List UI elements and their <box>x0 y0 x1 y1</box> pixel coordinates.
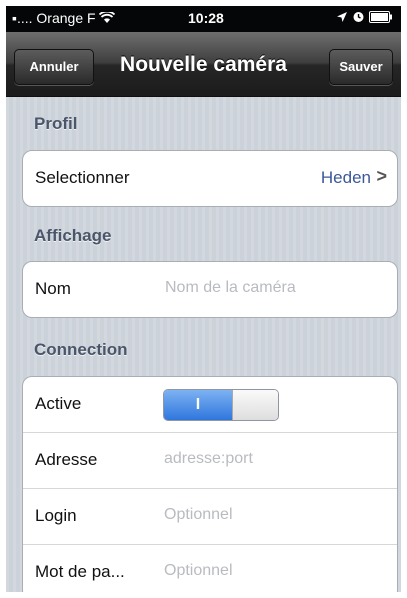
signal-strength-icon: ▪.... <box>12 10 33 26</box>
location-arrow-icon <box>337 12 348 22</box>
profile-select-row[interactable]: Selectionner Heden > <box>23 151 397 206</box>
cancel-button[interactable]: Annuler <box>14 49 94 85</box>
phone-screen: ▪.... Orange F 10:28 Annuler Nouvelle ca… <box>6 6 401 592</box>
name-label: Nom <box>35 279 71 298</box>
login-row: Login Optionnel <box>23 488 397 544</box>
active-row: Active I <box>23 377 397 432</box>
section-header-profil: Profil <box>34 114 78 133</box>
affichage-group: Nom Nom de la caméra <box>22 261 398 318</box>
battery-icon <box>369 11 392 23</box>
active-label: Active <box>35 394 82 413</box>
login-label: Login <box>35 506 77 525</box>
carrier-name: Orange F <box>36 10 96 26</box>
connection-group: Active I Adresse adresse:port Login Opti… <box>22 376 398 592</box>
password-label: Mot de pa... <box>35 562 125 581</box>
login-field[interactable]: Optionnel <box>164 506 233 524</box>
section-header-affichage: Affichage <box>34 226 112 245</box>
name-row: Nom Nom de la caméra <box>23 262 397 317</box>
active-toggle[interactable]: I <box>163 389 279 421</box>
wifi-icon <box>99 10 116 23</box>
clock: 10:28 <box>188 10 224 26</box>
toggle-knob <box>232 390 278 420</box>
status-bar: ▪.... Orange F 10:28 <box>6 6 401 32</box>
selected-profile-value: Heden <box>320 168 371 187</box>
alarm-icon <box>353 12 364 22</box>
profil-group: Selectionner Heden > <box>22 150 398 207</box>
carrier-area: ▪.... Orange F <box>12 10 116 26</box>
toggle-on-indicator: I <box>164 390 232 420</box>
save-button[interactable]: Sauver <box>329 49 393 85</box>
address-row: Adresse adresse:port <box>23 432 397 488</box>
name-field[interactable]: Nom de la caméra <box>165 279 296 297</box>
section-header-connection: Connection <box>34 340 128 359</box>
password-field[interactable]: Optionnel <box>164 562 233 580</box>
navigation-bar: Annuler Nouvelle caméra Sauver <box>6 32 401 97</box>
select-label: Selectionner <box>35 168 130 187</box>
page-title: Nouvelle caméra <box>120 53 287 76</box>
chevron-right-icon: > <box>376 166 387 186</box>
address-label: Adresse <box>35 450 98 469</box>
password-row: Mot de pa... Optionnel <box>23 544 397 592</box>
address-field[interactable]: adresse:port <box>164 450 253 468</box>
status-icons <box>336 10 393 26</box>
